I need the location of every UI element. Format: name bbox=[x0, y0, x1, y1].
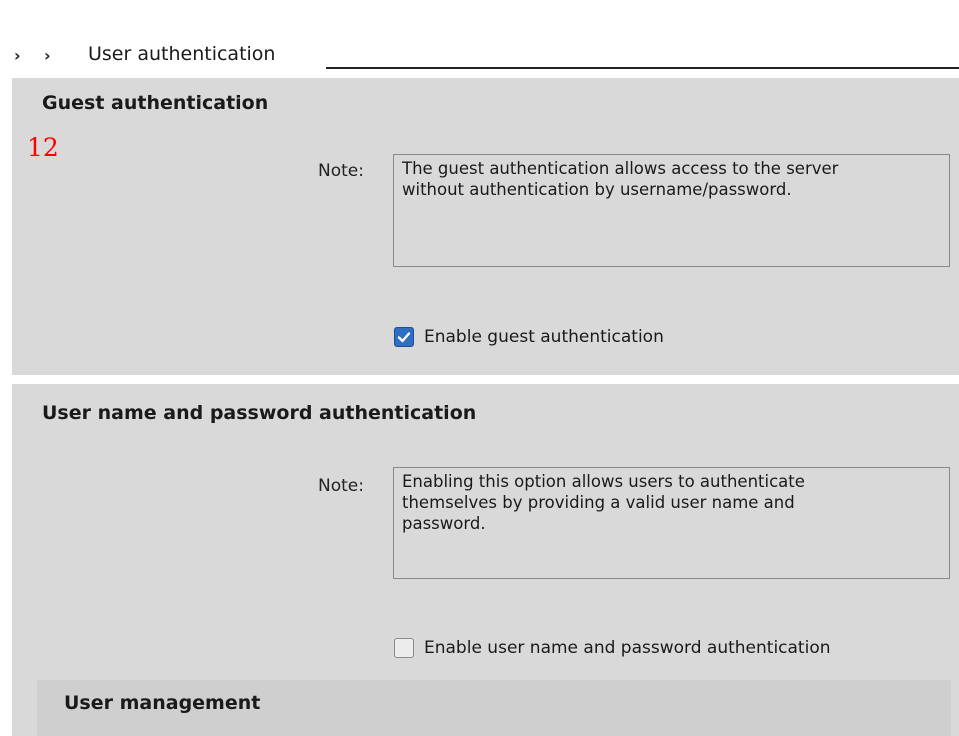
checkmark-icon bbox=[397, 332, 411, 343]
enable-guest-authentication-checkbox-row[interactable]: Enable guest authentication bbox=[394, 327, 664, 347]
chevron-right-icon[interactable]: › bbox=[44, 46, 51, 65]
enable-userpass-authentication-checkbox[interactable] bbox=[394, 638, 414, 658]
note-label: Note: bbox=[318, 161, 364, 181]
note-label: Note: bbox=[318, 476, 364, 496]
top-band bbox=[0, 0, 959, 10]
checkbox-label: Enable guest authentication bbox=[424, 327, 664, 347]
note-line: Enabling this option allows users to aut… bbox=[402, 472, 805, 491]
section-title-user-management: User management bbox=[64, 692, 261, 714]
checkbox-label: Enable user name and password authentica… bbox=[424, 638, 831, 658]
breadcrumb-divider bbox=[326, 67, 959, 69]
note-line: password. bbox=[402, 514, 486, 533]
userpass-note-box: Enabling this option allows users to aut… bbox=[393, 467, 950, 579]
note-line: The guest authentication allows access t… bbox=[402, 159, 839, 178]
note-line: without authentication by username/passw… bbox=[402, 180, 792, 199]
section-title-guest: Guest authentication bbox=[42, 92, 269, 114]
section-title-userpass: User name and password authentication bbox=[42, 402, 477, 424]
breadcrumb: › › User authentication bbox=[0, 10, 959, 78]
breadcrumb-label: User authentication bbox=[88, 43, 276, 65]
enable-guest-authentication-checkbox[interactable] bbox=[394, 327, 414, 347]
chevron-right-icon[interactable]: › bbox=[14, 46, 21, 65]
annotation-marker: 12 bbox=[27, 133, 59, 162]
guest-note-box: The guest authentication allows access t… bbox=[393, 154, 950, 267]
note-line: themselves by providing a valid user nam… bbox=[402, 493, 795, 512]
enable-userpass-authentication-checkbox-row[interactable]: Enable user name and password authentica… bbox=[394, 638, 831, 658]
